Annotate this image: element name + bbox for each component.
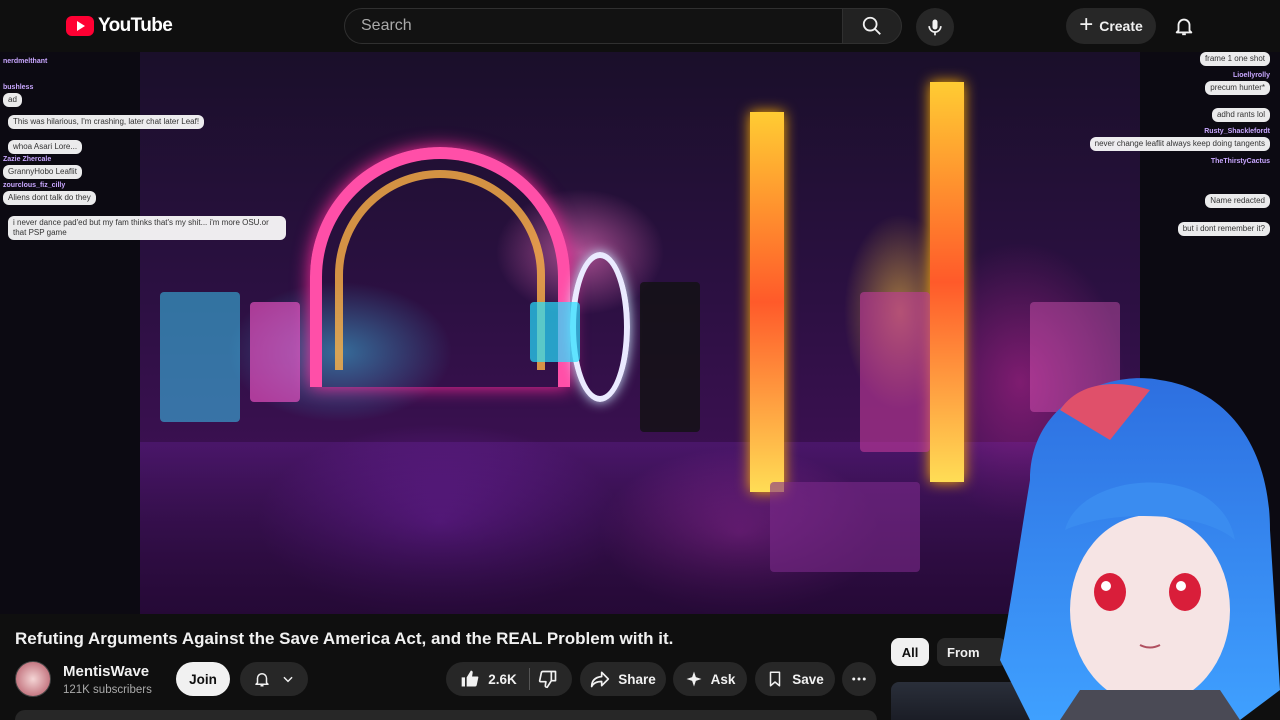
vtuber-avatar-overlay	[1000, 378, 1280, 720]
save-button[interactable]: Save	[755, 662, 835, 696]
top-bar: YouTube + Create	[0, 0, 1280, 52]
voice-search-button[interactable]	[916, 8, 954, 46]
chat-message: Rusty_Shacklefordt never change leaflit …	[1089, 128, 1270, 151]
chat-message: adhd rants lol	[1211, 108, 1270, 122]
chat-message: Zazie Zhercale GrannyHobo Leaflit	[3, 156, 82, 179]
chat-message: whoa Asari Lore...	[8, 140, 83, 154]
chat-message: zourclous_fiz_cilly Aliens dont talk do …	[3, 182, 96, 205]
join-button[interactable]: Join	[176, 662, 230, 696]
chat-message: This was hilarious, I'm crashing, later …	[8, 115, 205, 129]
microphone-icon	[928, 19, 942, 36]
sparkle-icon	[686, 671, 702, 687]
thumbs-up-icon	[461, 670, 479, 687]
video-title: Refuting Arguments Against the Save Amer…	[15, 629, 674, 648]
search-input[interactable]	[361, 17, 842, 35]
search-icon	[862, 16, 881, 35]
chat-message: Lioellyrolly precum hunter*	[1205, 72, 1270, 95]
chat-message: but i dont remember it?	[1177, 222, 1270, 236]
like-button[interactable]: 2.6K	[460, 668, 530, 690]
youtube-logo-icon	[66, 16, 94, 36]
logo-text: YouTube	[98, 15, 173, 36]
chat-message: nerdmelthant	[3, 58, 48, 65]
like-count: 2.6K	[488, 671, 517, 687]
subscribed-notifications-button[interactable]	[240, 662, 308, 696]
share-button[interactable]: Share	[580, 662, 666, 696]
share-icon	[591, 671, 610, 688]
chat-message: Name redacted	[1205, 194, 1270, 208]
plus-icon: +	[1079, 11, 1094, 38]
chat-message: TheThirstyCactus	[1210, 158, 1270, 165]
youtube-watch-page: YouTube + Create	[0, 0, 1280, 720]
create-button[interactable]: + Create	[1066, 8, 1156, 44]
chevron-down-icon	[283, 676, 293, 683]
chat-message: bushless ad	[3, 84, 33, 107]
bell-icon	[255, 673, 269, 687]
chat-message: i never dance pad'ed but my fam thinks t…	[8, 216, 286, 240]
search-button[interactable]	[842, 8, 902, 44]
channel-avatar[interactable]	[15, 661, 51, 697]
youtube-logo[interactable]: YouTube	[66, 15, 173, 37]
ask-label: Ask	[710, 671, 736, 687]
like-dislike-group: 2.6K	[446, 662, 572, 696]
search-box[interactable]	[344, 8, 842, 44]
chip-all[interactable]: All	[891, 638, 929, 666]
more-horizontal-icon	[852, 677, 866, 681]
more-actions-button[interactable]	[842, 662, 876, 696]
description-box[interactable]	[15, 710, 877, 720]
chat-message: frame 1 one shot	[1199, 52, 1270, 66]
bookmark-icon	[769, 671, 781, 687]
create-label: Create	[1099, 18, 1143, 34]
ask-button[interactable]: Ask	[673, 662, 747, 696]
subscriber-count: 121K subscribers	[63, 684, 152, 696]
save-label: Save	[792, 671, 824, 687]
bell-icon	[1175, 18, 1193, 36]
thumbs-down-icon	[538, 670, 557, 689]
share-label: Share	[618, 671, 656, 687]
channel-name[interactable]: MentisWave	[63, 663, 149, 680]
dislike-button[interactable]	[538, 669, 558, 689]
notifications-button[interactable]	[1166, 8, 1202, 44]
